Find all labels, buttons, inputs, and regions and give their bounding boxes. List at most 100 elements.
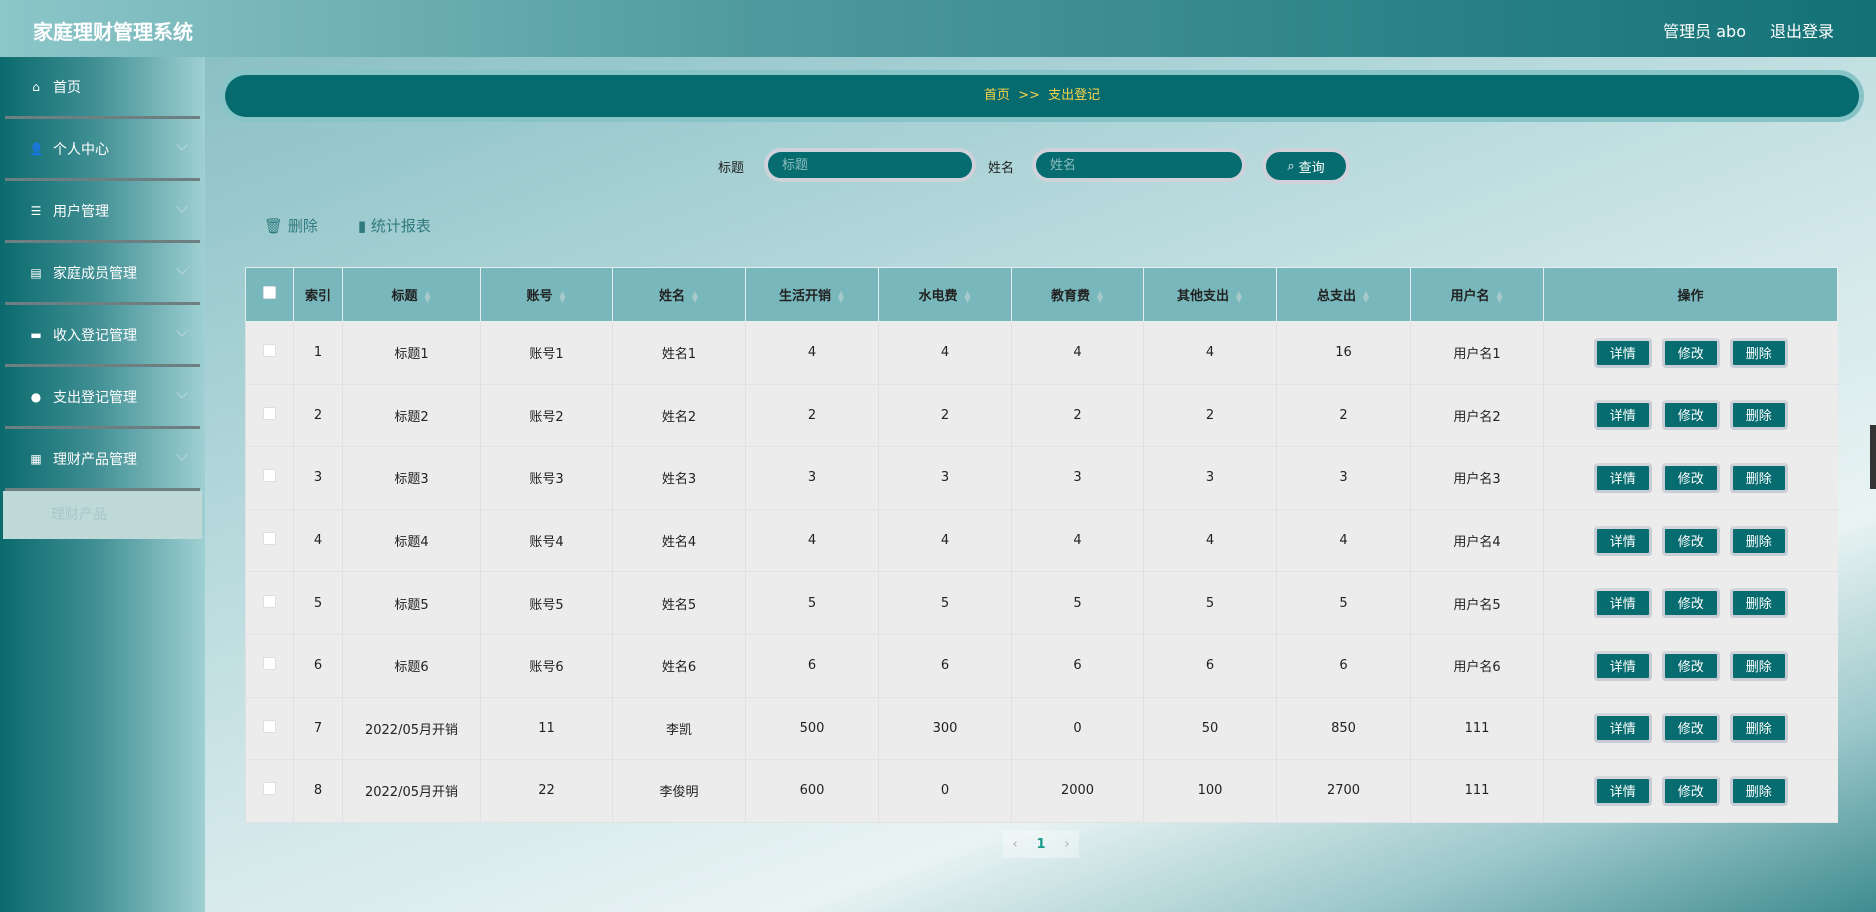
- detail-button[interactable]: 详情: [1593, 713, 1652, 744]
- edit-button[interactable]: 修改: [1661, 400, 1720, 431]
- delete-row-button[interactable]: 删除: [1729, 775, 1788, 806]
- detail-button[interactable]: 详情: [1593, 650, 1652, 681]
- delete-row-button[interactable]: 删除: [1729, 713, 1788, 744]
- edit-button[interactable]: 修改: [1661, 525, 1720, 556]
- next-page-button[interactable]: ›: [1064, 837, 1069, 852]
- column-header[interactable]: 标题 ▲ ▼: [342, 267, 481, 322]
- column-header[interactable]: 总支出 ▲ ▼: [1276, 267, 1411, 322]
- table-cell: 5: [1143, 571, 1277, 635]
- sidebar-item-4[interactable]: ▬ 收入登记管理: [5, 305, 200, 367]
- search-button[interactable]: ⌕ 查询: [1262, 148, 1350, 184]
- sort-icon[interactable]: ▲ ▼: [1235, 289, 1243, 303]
- column-header[interactable]: 其他支出 ▲ ▼: [1143, 267, 1277, 322]
- row-checkbox[interactable]: [263, 406, 276, 420]
- row-checkbox[interactable]: [263, 657, 276, 671]
- sidebar-item-2[interactable]: ☰ 用户管理: [5, 181, 200, 243]
- detail-button[interactable]: 详情: [1593, 337, 1652, 368]
- column-header[interactable]: 操作: [1543, 267, 1838, 322]
- table-cell: 4: [878, 509, 1012, 573]
- sort-icon[interactable]: ▲ ▼: [964, 289, 972, 303]
- title-label: 标题: [718, 161, 745, 176]
- sort-icon[interactable]: ▲ ▼: [559, 289, 567, 303]
- column-header[interactable]: 姓名 ▲ ▼: [612, 267, 746, 322]
- row-checkbox[interactable]: [263, 469, 276, 483]
- table-cell: 850: [1276, 697, 1411, 761]
- name-search-input[interactable]: [1032, 148, 1246, 182]
- table-cell: 用户名1: [1410, 321, 1544, 385]
- detail-button[interactable]: 详情: [1593, 525, 1652, 556]
- select-all-checkbox[interactable]: [263, 286, 276, 299]
- column-header-label: 其他支出: [1176, 289, 1229, 304]
- column-header-label: 索引: [304, 289, 331, 304]
- detail-button[interactable]: 详情: [1593, 588, 1652, 619]
- sort-icon[interactable]: ▲ ▼: [691, 289, 699, 303]
- logout-link[interactable]: 退出登录: [1770, 18, 1834, 42]
- sort-icon[interactable]: ▲ ▼: [1496, 289, 1504, 303]
- detail-button[interactable]: 详情: [1593, 775, 1652, 806]
- delete-row-button[interactable]: 删除: [1729, 337, 1788, 368]
- delete-row-button[interactable]: 删除: [1729, 400, 1788, 431]
- edit-button[interactable]: 修改: [1661, 775, 1720, 806]
- prev-page-button[interactable]: ‹: [1012, 837, 1017, 852]
- table-cell: 6: [1276, 634, 1411, 698]
- sidebar-item-3[interactable]: ▤ 家庭成员管理: [5, 243, 200, 305]
- checkbox-cell: [245, 634, 294, 698]
- table-cell: 4: [745, 321, 879, 385]
- column-header[interactable]: 水电费 ▲ ▼: [878, 267, 1012, 322]
- name-label: 姓名: [988, 161, 1015, 176]
- column-header[interactable]: 教育费 ▲ ▼: [1011, 267, 1144, 322]
- table-cell: 3: [745, 446, 879, 510]
- delete-button[interactable]: 🗑 删除: [264, 215, 318, 236]
- sidebar-item-6[interactable]: ▦ 理财产品管理: [5, 429, 200, 491]
- column-header[interactable]: 用户名 ▲ ▼: [1410, 267, 1544, 322]
- breadcrumb-home[interactable]: 首页: [984, 88, 1010, 103]
- table-cell: 6: [293, 634, 343, 698]
- report-button[interactable]: ▮ 统计报表: [358, 215, 431, 236]
- checkbox-cell: [245, 759, 294, 823]
- sort-icon[interactable]: ▲ ▼: [1362, 289, 1370, 303]
- detail-button[interactable]: 详情: [1593, 462, 1652, 493]
- sort-icon[interactable]: ▲ ▼: [1096, 289, 1104, 303]
- title-search-input[interactable]: [764, 148, 976, 182]
- sidebar-item-0[interactable]: ⌂ 首页: [5, 57, 200, 119]
- delete-row-button[interactable]: 删除: [1729, 462, 1788, 493]
- delete-row-button[interactable]: 删除: [1729, 650, 1788, 681]
- table-cell: 标题4: [342, 509, 481, 573]
- table-cell: 3: [878, 446, 1012, 510]
- sidebar-item-5[interactable]: ● 支出登记管理: [5, 367, 200, 429]
- table-cell: 300: [878, 697, 1012, 761]
- table-cell: 5: [745, 571, 879, 635]
- column-header-label: 总支出: [1316, 289, 1356, 304]
- edit-button[interactable]: 修改: [1661, 462, 1720, 493]
- expense-table: 索引 标题 ▲ ▼ 账号 ▲ ▼ 姓名 ▲ ▼ 生活开销 ▲ ▼ 水电费 ▲ ▼ 教育费 ▲ ▼ 其他支出 ▲ ▼ 总支出 ▲…: [245, 267, 1838, 823]
- table-cell: 5: [1011, 571, 1144, 635]
- row-checkbox[interactable]: [263, 719, 276, 733]
- column-header[interactable]: 账号 ▲ ▼: [480, 267, 613, 322]
- row-checkbox[interactable]: [263, 532, 276, 546]
- page-1[interactable]: 1: [1036, 837, 1045, 852]
- edit-button[interactable]: 修改: [1661, 650, 1720, 681]
- edit-button[interactable]: 修改: [1661, 337, 1720, 368]
- column-header[interactable]: 索引: [293, 267, 343, 322]
- edit-button[interactable]: 修改: [1661, 713, 1720, 744]
- sort-icon[interactable]: ▲ ▼: [424, 289, 432, 303]
- table-cell: 4: [745, 509, 879, 573]
- scrollbar[interactable]: [1870, 425, 1876, 489]
- table-cell: 2: [1011, 384, 1144, 448]
- pagination: ‹ 1 ›: [1003, 830, 1079, 858]
- table-cell: 11: [480, 697, 613, 761]
- table-cell: 4: [1143, 509, 1277, 573]
- delete-row-button[interactable]: 删除: [1729, 588, 1788, 619]
- edit-button[interactable]: 修改: [1661, 588, 1720, 619]
- row-checkbox[interactable]: [263, 594, 276, 608]
- row-checkbox[interactable]: [263, 782, 276, 796]
- sort-icon[interactable]: ▲ ▼: [837, 289, 845, 303]
- checkbox-cell: [245, 384, 294, 448]
- row-checkbox[interactable]: [263, 344, 276, 358]
- delete-row-button[interactable]: 删除: [1729, 525, 1788, 556]
- detail-button[interactable]: 详情: [1593, 400, 1652, 431]
- breadcrumb-current: 支出登记: [1048, 88, 1101, 103]
- sidebar-subitem-products[interactable]: 理财产品: [3, 491, 202, 539]
- table-cell: 3: [1276, 446, 1411, 510]
- column-header[interactable]: 生活开销 ▲ ▼: [745, 267, 879, 322]
